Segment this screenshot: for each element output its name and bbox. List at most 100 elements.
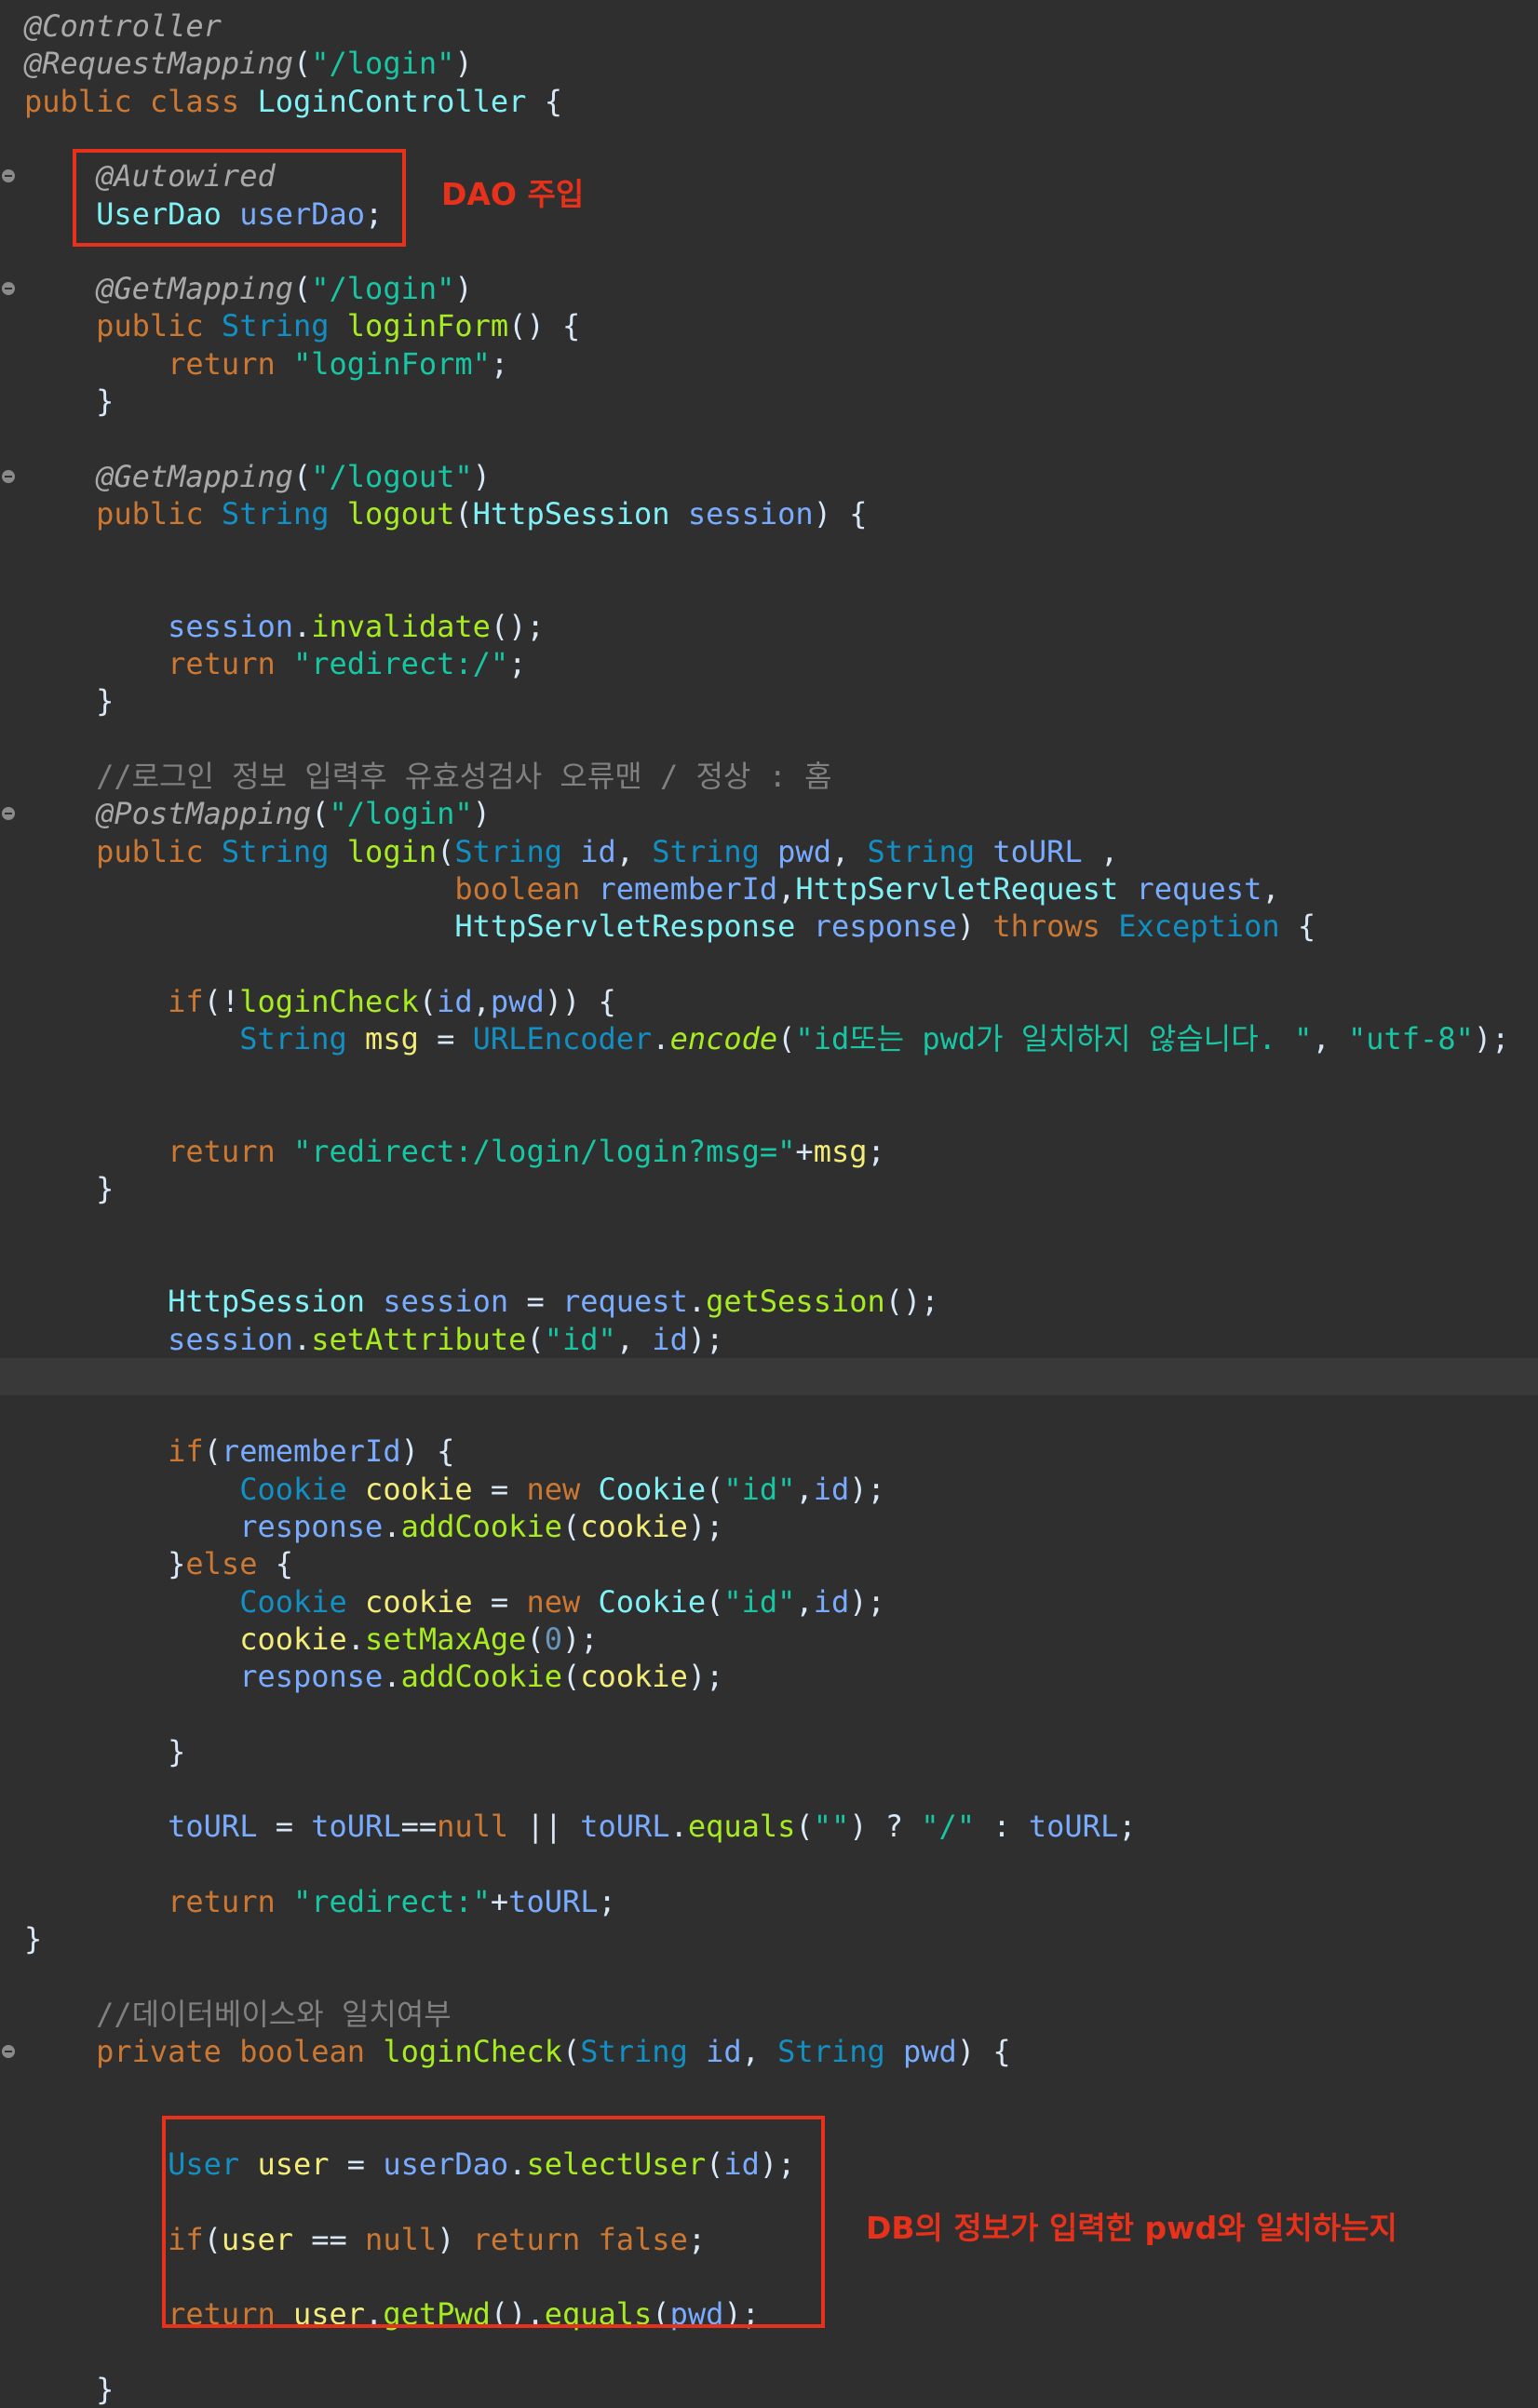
code-line-text: private boolean loginCheck(String id, St… [96,2034,1011,2070]
code-line[interactable]: @Controller [0,7,1538,45]
code-line[interactable]: @PostMapping("/login") [0,795,1538,832]
code-line[interactable]: HttpSession session = request.getSession… [0,1283,1538,1320]
code-line-text: response.addCookie(cookie); [239,1509,724,1544]
code-line[interactable] [0,532,1538,570]
code-line[interactable] [0,1357,1538,1395]
code-line-text: @GetMapping("/logout") [96,458,491,494]
code-line-text: @RequestMapping("/login") [24,46,473,82]
code-line[interactable]: } [0,1733,1538,1770]
fold-toggle-icon[interactable] [2,469,15,483]
code-line[interactable]: session.setAttribute("id", id); [0,1321,1538,1358]
code-line[interactable]: return "redirect:/login/login?msg="+msg; [0,1133,1538,1170]
code-line[interactable] [0,946,1538,983]
code-line-text: @PostMapping("/login") [96,796,491,832]
code-line-text: cookie.setMaxAge(0); [239,1621,599,1657]
code-line[interactable]: HttpServletResponse response) throws Exc… [0,908,1538,945]
code-line[interactable]: boolean rememberId,HttpServletRequest re… [0,870,1538,908]
code-line[interactable] [0,1057,1538,1095]
code-line[interactable]: private boolean loginCheck(String id, St… [0,2033,1538,2070]
code-line[interactable]: return "loginForm"; [0,345,1538,383]
code-line-text: String msg = URLEncoder.encode("id또는 pwd… [239,1021,1510,1057]
code-line[interactable]: } [0,1170,1538,1207]
code-line[interactable]: public String loginForm() { [0,307,1538,344]
code-line-text: if(!loginCheck(id,pwd)) { [168,983,616,1019]
code-line[interactable]: return "redirect:"+toURL; [0,1883,1538,1920]
code-line-text: //데이터베이스와 일치여부 [96,1996,452,2032]
code-line[interactable]: cookie.setMaxAge(0); [0,1621,1538,1658]
code-line-text: @Controller [24,8,222,44]
code-line-text: @GetMapping("/login") [96,271,473,307]
code-line[interactable] [0,1846,1538,1883]
code-line-text: Cookie cookie = new Cookie("id",id); [239,1471,885,1507]
code-line-text: public String login(String id, String pw… [96,833,1119,869]
code-line[interactable]: public String logout(HttpSession session… [0,495,1538,532]
code-line[interactable]: if(!loginCheck(id,pwd)) { [0,983,1538,1020]
code-line[interactable] [0,720,1538,758]
fold-toggle-icon[interactable] [2,807,15,821]
db-annotation-note: DB의 정보가 입력한 pwd와 일치하는지 [866,2210,1397,2246]
code-line[interactable] [0,571,1538,608]
logincheck-highlight-box [162,2116,825,2328]
code-line-text: return "redirect:/login/login?msg="+msg; [168,1134,885,1169]
code-line[interactable]: } [0,1920,1538,1957]
code-line[interactable]: //로그인 정보 입력후 유효성검사 오류맨 / 정상 : 홈 [0,758,1538,795]
code-line[interactable]: } [0,2371,1538,2408]
fold-toggle-icon[interactable] [2,169,15,183]
code-line[interactable]: } [0,682,1538,720]
code-line-text: } [24,1171,115,1207]
code-line-text: toURL = toURL==null || toURL.equals("") … [168,1809,1137,1845]
code-line[interactable] [0,2334,1538,2371]
code-line-text: public String loginForm() { [96,308,581,344]
code-line[interactable]: String msg = URLEncoder.encode("id또는 pwd… [0,1020,1538,1057]
code-line-text: return "redirect:"+toURL; [168,1884,616,1919]
code-line-text: session.setAttribute("id", id); [168,1321,724,1357]
code-line-text: } [24,383,115,419]
code-line[interactable]: response.addCookie(cookie); [0,1508,1538,1545]
code-line-text: } [24,1921,43,1957]
code-line[interactable]: }else { [0,1545,1538,1582]
code-line-text: return "redirect:/"; [168,646,527,682]
code-line[interactable]: if(rememberId) { [0,1433,1538,1470]
code-line-text: HttpServletResponse response) throws Exc… [454,908,1316,945]
code-line[interactable] [0,2071,1538,2108]
code-line-text: } [24,1733,186,1769]
code-line-text: } [24,683,115,720]
code-editor[interactable]: @Controller @RequestMapping("/login") publ… [0,0,1538,2407]
code-line[interactable] [0,1208,1538,1245]
code-line-text: public class LoginController { [24,83,562,119]
code-line-text: public String logout(HttpSession session… [96,495,868,531]
code-line-text: boolean rememberId,HttpServletRequest re… [454,870,1280,907]
code-line-text: HttpSession session = request.getSession… [168,1284,939,1320]
code-line[interactable]: } [0,383,1538,420]
code-line[interactable]: @RequestMapping("/login") [0,45,1538,82]
code-line-text: Cookie cookie = new Cookie("id",id); [239,1583,885,1620]
code-line-text: return "loginForm"; [168,345,509,382]
autowired-highlight-box [73,149,406,247]
code-line[interactable] [0,1096,1538,1133]
code-line[interactable] [0,420,1538,457]
code-line-text: //로그인 정보 입력후 유효성검사 오류맨 / 정상 : 홈 [96,759,832,794]
code-line[interactable]: return "redirect:/"; [0,645,1538,682]
code-line[interactable] [0,1245,1538,1283]
code-line[interactable]: Cookie cookie = new Cookie("id",id); [0,1471,1538,1508]
code-line[interactable]: @GetMapping("/logout") [0,458,1538,495]
dao-annotation-note: DAO 주입 [441,176,585,212]
code-line-text: }else { [24,1546,293,1582]
code-line-text: response.addCookie(cookie); [239,1659,724,1695]
fold-toggle-icon[interactable] [2,2045,15,2059]
code-line[interactable] [0,1696,1538,1733]
code-line[interactable] [0,1958,1538,1996]
code-line[interactable]: //데이터베이스와 일치여부 [0,1996,1538,2033]
code-line[interactable]: @GetMapping("/login") [0,270,1538,307]
code-line[interactable]: toURL = toURL==null || toURL.equals("") … [0,1808,1538,1845]
code-line[interactable] [0,1770,1538,1808]
code-line[interactable]: session.invalidate(); [0,608,1538,645]
code-line-text: } [24,2371,115,2407]
code-line[interactable]: Cookie cookie = new Cookie("id",id); [0,1583,1538,1621]
code-line-text: session.invalidate(); [168,608,545,644]
code-line[interactable]: public String login(String id, String pw… [0,833,1538,870]
code-line[interactable]: public class LoginController { [0,83,1538,120]
code-line[interactable] [0,1395,1538,1433]
fold-toggle-icon[interactable] [2,282,15,296]
code-line[interactable]: response.addCookie(cookie); [0,1658,1538,1695]
